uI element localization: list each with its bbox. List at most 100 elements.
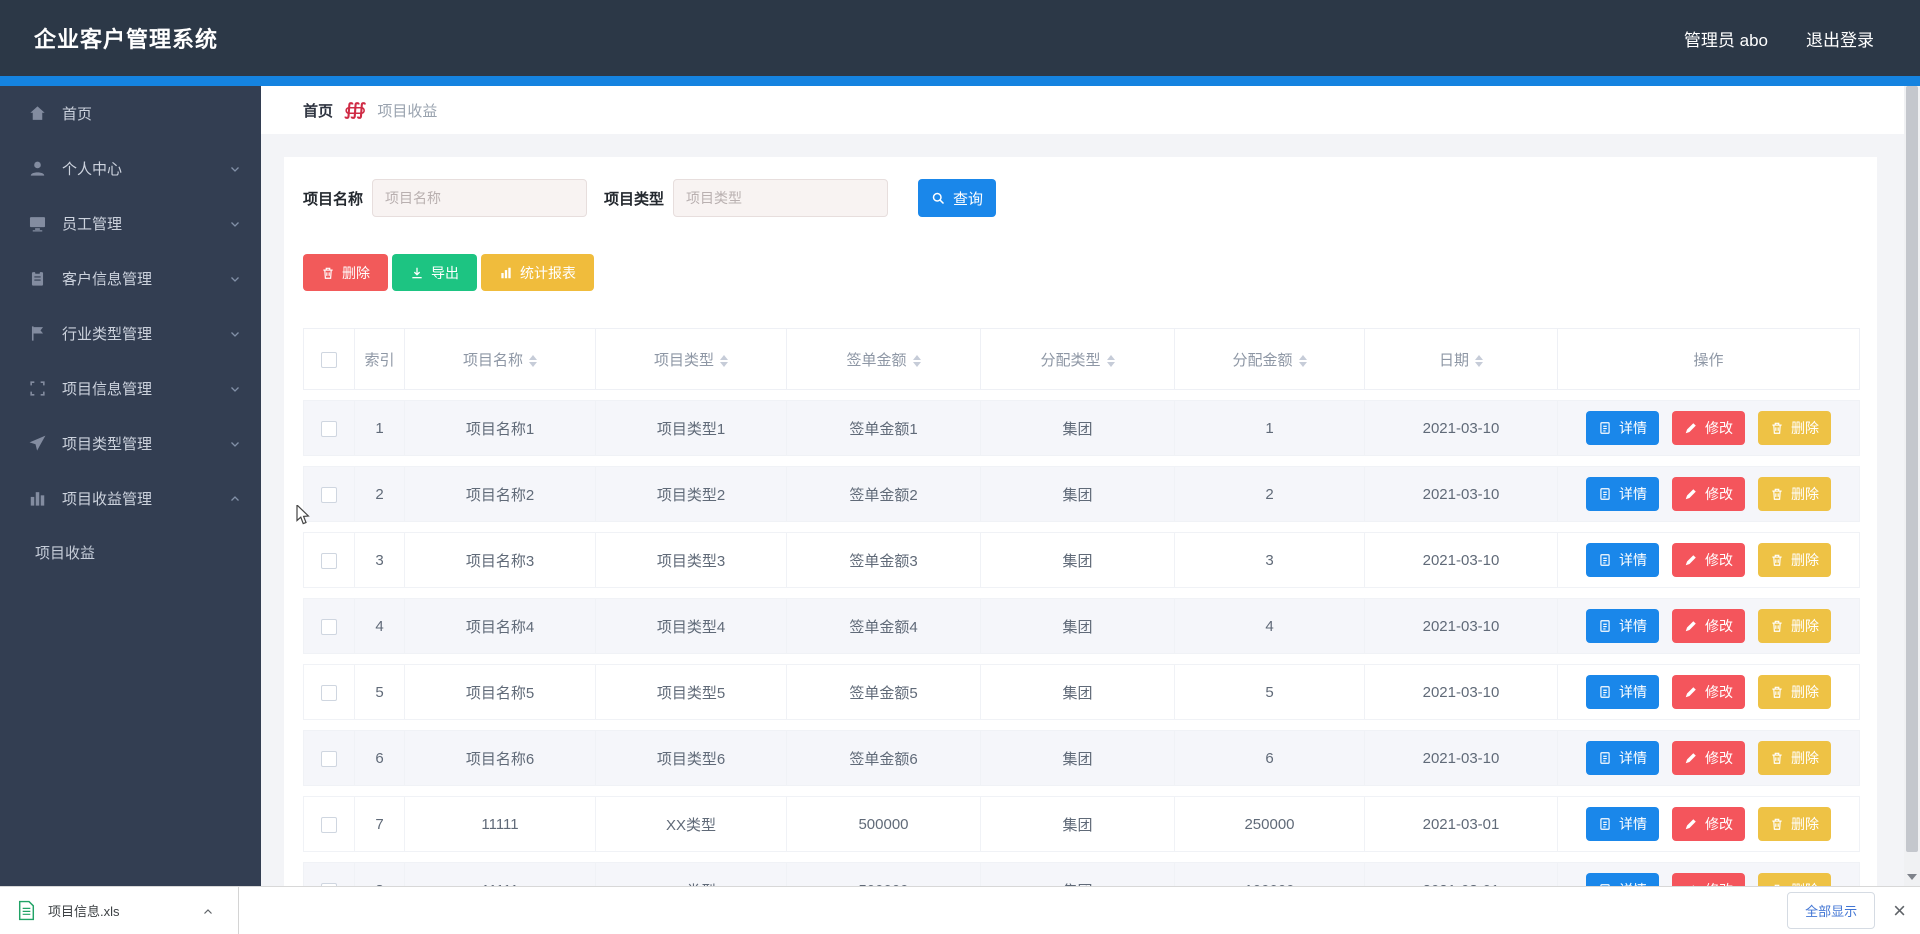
content-card: 项目名称 项目类型 查询 删除 导出 统计报表 — [284, 157, 1877, 917]
row-checkbox[interactable] — [321, 487, 337, 503]
sort-carets-icon[interactable] — [720, 355, 728, 367]
detail-button[interactable]: 详情 — [1586, 477, 1659, 511]
sidebar-item-5[interactable]: 行业类型管理 — [0, 306, 261, 361]
row-delete-button[interactable]: 删除 — [1758, 609, 1831, 643]
download-item[interactable]: 项目信息.xls — [0, 887, 239, 934]
sort-carets-icon[interactable] — [913, 355, 921, 367]
edit-button[interactable]: 修改 — [1672, 477, 1745, 511]
column-header: 操作 — [1558, 328, 1860, 390]
sort-carets-icon[interactable] — [529, 355, 537, 367]
project-type-input[interactable] — [673, 179, 888, 217]
cell-actions: 详情修改删除 — [1558, 664, 1860, 720]
cell-sign-amount: 签单金额5 — [787, 664, 981, 720]
trash-icon — [1770, 487, 1784, 501]
detail-button[interactable]: 详情 — [1586, 807, 1659, 841]
edit-button[interactable]: 修改 — [1672, 543, 1745, 577]
cell-project-name: 11111 — [405, 796, 596, 852]
cell-alloc-amount: 3 — [1175, 532, 1365, 588]
cell-project-type: XX类型 — [596, 796, 787, 852]
edit-button[interactable]: 修改 — [1672, 741, 1745, 775]
row-delete-button[interactable]: 删除 — [1758, 411, 1831, 445]
sort-carets-icon[interactable] — [1107, 355, 1115, 367]
detail-button[interactable]: 详情 — [1586, 411, 1659, 445]
row-checkbox-cell — [303, 598, 355, 654]
cell-actions: 详情修改删除 — [1558, 598, 1860, 654]
export-button[interactable]: 导出 — [392, 254, 477, 291]
column-header[interactable]: 签单金额 — [787, 328, 981, 390]
detail-button[interactable]: 详情 — [1586, 675, 1659, 709]
current-user[interactable]: 管理员 abo — [1684, 26, 1768, 51]
cell-sign-amount: 签单金额4 — [787, 598, 981, 654]
cell-project-name: 项目名称1 — [405, 400, 596, 456]
download-filename[interactable]: 项目信息.xls — [48, 901, 120, 920]
accent-strip — [0, 76, 1920, 86]
cell-alloc-type: 集团 — [981, 664, 1175, 720]
sidebar-submenu-item[interactable]: 项目收益 — [0, 526, 261, 578]
row-checkbox[interactable] — [321, 619, 337, 635]
sidebar-item-8[interactable]: 项目收益管理 — [0, 471, 261, 526]
column-header[interactable]: 日期 — [1365, 328, 1558, 390]
edit-button[interactable]: 修改 — [1672, 675, 1745, 709]
scrollbar-thumb[interactable] — [1906, 86, 1918, 852]
cell-project-name: 项目名称2 — [405, 466, 596, 522]
logout-link[interactable]: 退出登录 — [1806, 26, 1874, 51]
cell-project-name: 项目名称6 — [405, 730, 596, 786]
document-icon — [1598, 553, 1612, 567]
edit-button[interactable]: 修改 — [1672, 609, 1745, 643]
trash-icon — [1770, 553, 1784, 567]
row-delete-button[interactable]: 删除 — [1758, 807, 1831, 841]
sidebar-item-label: 项目收益管理 — [62, 488, 152, 509]
scrollbar-down-arrow[interactable] — [1904, 868, 1920, 886]
clipboard-icon — [28, 269, 47, 288]
row-checkbox[interactable] — [321, 421, 337, 437]
sidebar-item-2[interactable]: 个人中心 — [0, 141, 261, 196]
sidebar-item-4[interactable]: 客户信息管理 — [0, 251, 261, 306]
pencil-icon — [1684, 751, 1698, 765]
column-header[interactable]: 分配金额 — [1175, 328, 1365, 390]
cell-index: 5 — [355, 664, 405, 720]
project-name-input[interactable] — [372, 179, 587, 217]
row-checkbox[interactable] — [321, 553, 337, 569]
column-header[interactable]: 项目名称 — [405, 328, 596, 390]
sidebar-item-7[interactable]: 项目类型管理 — [0, 416, 261, 471]
row-delete-button[interactable]: 删除 — [1758, 543, 1831, 577]
pencil-icon — [1684, 487, 1698, 501]
row-checkbox-cell — [303, 532, 355, 588]
row-checkbox[interactable] — [321, 817, 337, 833]
close-download-bar-icon[interactable]: × — [1893, 900, 1906, 922]
row-delete-button[interactable]: 删除 — [1758, 675, 1831, 709]
sort-carets-icon[interactable] — [1475, 355, 1483, 367]
show-all-button[interactable]: 全部显示 — [1787, 892, 1875, 929]
delete-button[interactable]: 删除 — [303, 254, 388, 291]
sidebar-item-label: 行业类型管理 — [62, 323, 152, 344]
sidebar-item-3[interactable]: 员工管理 — [0, 196, 261, 251]
cell-alloc-amount: 5 — [1175, 664, 1365, 720]
sidebar-item-1[interactable]: 首页 — [0, 86, 261, 141]
row-checkbox[interactable] — [321, 685, 337, 701]
detail-button[interactable]: 详情 — [1586, 609, 1659, 643]
navbar-right: 管理员 abo 退出登录 — [1684, 26, 1874, 51]
detail-button[interactable]: 详情 — [1586, 741, 1659, 775]
row-checkbox[interactable] — [321, 751, 337, 767]
sort-carets-icon[interactable] — [1299, 355, 1307, 367]
column-header[interactable]: 项目类型 — [596, 328, 787, 390]
row-delete-button[interactable]: 删除 — [1758, 477, 1831, 511]
report-button[interactable]: 统计报表 — [481, 254, 594, 291]
detail-button[interactable]: 详情 — [1586, 543, 1659, 577]
cell-project-type: 项目类型1 — [596, 400, 787, 456]
edit-button[interactable]: 修改 — [1672, 807, 1745, 841]
table-row: 3项目名称3项目类型3签单金额3集团32021-03-10详情修改删除 — [303, 532, 1860, 588]
vertical-scrollbar[interactable] — [1904, 86, 1920, 886]
document-icon — [1598, 421, 1612, 435]
row-delete-button[interactable]: 删除 — [1758, 741, 1831, 775]
breadcrumb-home[interactable]: 首页 — [303, 100, 333, 121]
column-header[interactable]: 分配类型 — [981, 328, 1175, 390]
select-all-checkbox[interactable] — [321, 352, 337, 368]
projects-table: 索引项目名称项目类型签单金额分配类型分配金额日期操作 1项目名称1项目类型1签单… — [303, 318, 1860, 928]
download-menu-chevron-icon[interactable] — [202, 905, 214, 917]
sidebar-item-label: 项目类型管理 — [62, 433, 152, 454]
edit-button[interactable]: 修改 — [1672, 411, 1745, 445]
query-button[interactable]: 查询 — [918, 179, 996, 217]
sidebar-item-6[interactable]: 项目信息管理 — [0, 361, 261, 416]
cell-sign-amount: 500000 — [787, 796, 981, 852]
